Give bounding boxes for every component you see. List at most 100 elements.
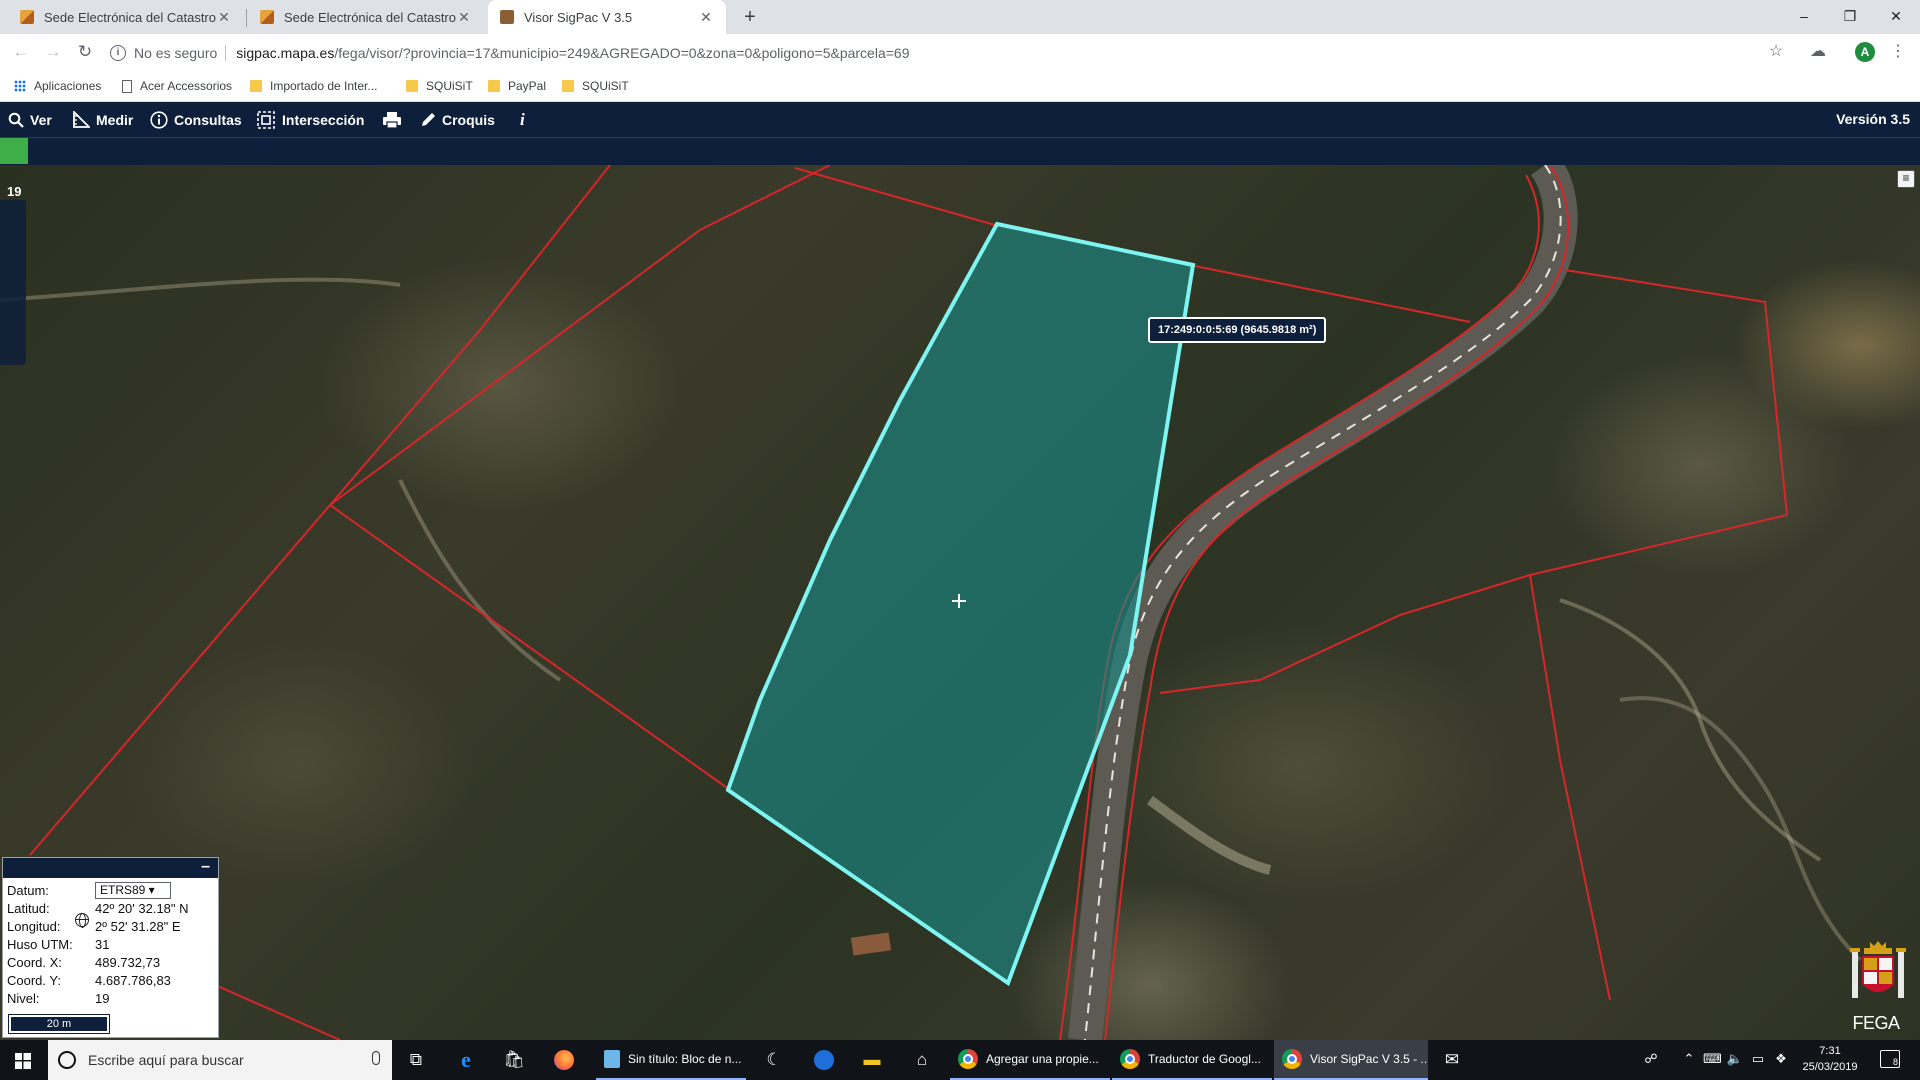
info-icon[interactable]: i xyxy=(110,45,126,61)
tab-title: Sede Electrónica del Catastro xyxy=(284,9,456,25)
taskbar-app-notepad[interactable]: Sin título: Bloc de n... xyxy=(596,1040,746,1080)
bookmark-importado[interactable]: Importado de Inter... xyxy=(250,77,377,95)
intersection-icon xyxy=(256,110,276,130)
star-bookmark-icon[interactable]: ☆ xyxy=(1766,42,1786,62)
bookmark-label: SQUiSiT xyxy=(582,79,629,93)
catastro-favicon-icon xyxy=(260,10,274,24)
forward-icon[interactable]: → xyxy=(42,41,64,63)
close-window-icon[interactable]: ✕ xyxy=(1876,4,1916,28)
security-label[interactable]: No es seguro xyxy=(134,45,217,61)
windows-taskbar: Escribe aquí para buscar ⧉ e 🛍 Sin títul… xyxy=(0,1040,1920,1080)
people-icon[interactable]: ☍ xyxy=(1642,1050,1660,1068)
bookmark-squisit-1[interactable]: SQUiSiT xyxy=(406,77,473,95)
clock-date: 25/03/2019 xyxy=(1802,1061,1858,1073)
minimize-panel-icon[interactable]: – xyxy=(201,858,210,876)
notepad-icon xyxy=(604,1050,620,1068)
file-explorer-icon[interactable]: ▬ xyxy=(860,1048,884,1072)
bookmark-aplicaciones[interactable]: Aplicaciones xyxy=(14,77,101,95)
bookmark-label: Acer Accessorios xyxy=(140,79,233,93)
bookmark-paypal[interactable]: PayPal xyxy=(488,77,546,95)
menu-info[interactable]: i xyxy=(520,102,525,137)
zoom-level-label: 19 xyxy=(7,184,22,199)
datum-select[interactable]: ETRS89 ▾ xyxy=(95,882,171,899)
fega-logo-text: FEGA xyxy=(1852,1013,1900,1033)
restore-icon[interactable]: ❐ xyxy=(1830,4,1870,28)
chevron-up-icon[interactable]: ⌃ xyxy=(1680,1050,1698,1068)
zoom-slider[interactable] xyxy=(0,200,26,365)
store-icon[interactable]: 🛍 xyxy=(502,1048,526,1072)
coord-y-row: Coord. Y: 4.687.786,83 xyxy=(7,972,171,990)
url-path: /fega/visor/?provincia=17&municipio=249&… xyxy=(334,45,910,61)
nivel-value: 19 xyxy=(95,991,110,1006)
globe-icon[interactable] xyxy=(75,913,89,928)
system-clock[interactable]: 7:31 25/03/2019 xyxy=(1790,1043,1870,1075)
taskbar-app-chrome-2[interactable]: Traductor de Googl... xyxy=(1112,1040,1272,1080)
extension-icon[interactable]: ☁ xyxy=(1808,42,1828,62)
mail-icon[interactable]: ✉ xyxy=(1440,1048,1464,1072)
coord-x-value: 489.732,73 xyxy=(95,955,161,970)
dropbox-icon[interactable]: ❖ xyxy=(1772,1050,1790,1068)
info-circle-icon xyxy=(150,110,168,129)
notification-icon[interactable]: 8 xyxy=(1880,1050,1900,1068)
chrome-icon xyxy=(958,1049,978,1069)
reload-icon[interactable]: ↻ xyxy=(74,41,96,63)
nivel-label: Nivel: xyxy=(7,991,40,1006)
network-icon[interactable]: ▭ xyxy=(1749,1050,1767,1068)
outlook-icon[interactable] xyxy=(812,1048,836,1072)
bookmark-squisit-2[interactable]: SQUiSiT xyxy=(562,77,629,95)
folder-icon xyxy=(562,80,574,92)
close-tab-icon[interactable]: ✕ xyxy=(456,9,472,26)
bookmark-acer[interactable]: Acer Accessorios xyxy=(122,77,232,95)
start-button[interactable] xyxy=(0,1040,46,1080)
sigpac-favicon-icon xyxy=(500,10,514,24)
taskbar-app-chrome-3[interactable]: Visor SigPac V 3.5 - ... xyxy=(1274,1040,1428,1080)
volume-icon[interactable]: 🔈 xyxy=(1726,1050,1744,1068)
moon-app-icon[interactable]: ☾ xyxy=(762,1048,786,1072)
map-viewport[interactable]: 19 ≡ 17:249:0:0:5:69 (9645.9818 m²) xyxy=(0,165,1920,1040)
microphone-icon[interactable] xyxy=(372,1051,380,1065)
edge-icon[interactable]: e xyxy=(454,1048,478,1072)
keyboard-icon[interactable]: ⌨ xyxy=(1703,1050,1722,1068)
taskbar-search-box[interactable]: Escribe aquí para buscar xyxy=(48,1040,392,1080)
nivel-row: Nivel: 19 xyxy=(7,990,109,1008)
profile-avatar[interactable]: A xyxy=(1855,42,1875,62)
tab-sigpac[interactable]: Visor SigPac V 3.5 ✕ xyxy=(488,0,726,34)
close-tab-icon[interactable]: ✕ xyxy=(216,9,232,26)
taskbar-app-label: Visor SigPac V 3.5 - ... xyxy=(1310,1052,1428,1066)
tab-separator xyxy=(246,9,247,27)
menu-consultas[interactable]: Consultas xyxy=(150,102,242,137)
taskbar-app-label: Sin título: Bloc de n... xyxy=(628,1052,742,1066)
datum-row: Datum: xyxy=(7,882,95,900)
close-tab-icon[interactable]: ✕ xyxy=(698,9,714,26)
menu-medir[interactable]: Medir xyxy=(72,102,133,137)
tab-catastro-1[interactable]: Sede Electrónica del Catastro ✕ xyxy=(8,0,244,34)
back-icon[interactable]: ← xyxy=(10,41,32,63)
ruler-icon xyxy=(72,110,90,129)
menu-croquis[interactable]: Croquis xyxy=(420,102,495,137)
firefox-icon[interactable] xyxy=(552,1048,576,1072)
bookmark-label: Aplicaciones xyxy=(34,79,102,93)
latitude-value: 42º 20' 32.18" N xyxy=(95,901,189,916)
task-view-icon[interactable]: ⧉ xyxy=(404,1048,428,1072)
menu-ver[interactable]: Ver xyxy=(8,102,52,137)
menu-imprimir[interactable] xyxy=(382,102,408,137)
coord-y-label: Coord. Y: xyxy=(7,973,61,988)
tab-catastro-2[interactable]: Sede Electrónica del Catastro ✕ xyxy=(248,0,484,34)
address-bar[interactable]: i No es seguro sigpac.mapa.es /fega/viso… xyxy=(110,39,1790,67)
coat-of-arms-icon xyxy=(1850,941,1906,998)
taskbar-app-label: Agregar una propie... xyxy=(986,1052,1099,1066)
scale-bar: 20 m xyxy=(8,1014,110,1034)
longitude-value: 2º 52' 31.28" E xyxy=(95,919,181,934)
taskbar-app-chrome-1[interactable]: Agregar una propie... xyxy=(950,1040,1110,1080)
new-tab-icon[interactable]: + xyxy=(738,5,762,29)
menu-interseccion[interactable]: Intersección xyxy=(256,102,364,137)
apps-icon xyxy=(14,80,26,92)
search-icon xyxy=(8,112,24,128)
home-icon[interactable]: ⌂ xyxy=(910,1048,934,1072)
menu-kebab-icon[interactable]: ⋮ xyxy=(1888,42,1908,62)
longitude-row: Longitud: 2º 52' 31.28" E xyxy=(7,918,181,936)
windows-logo-icon xyxy=(15,1053,31,1069)
minimize-icon[interactable]: – xyxy=(1784,4,1824,28)
layers-icon[interactable]: ≡ xyxy=(1897,170,1915,188)
status-indicator xyxy=(0,138,28,164)
